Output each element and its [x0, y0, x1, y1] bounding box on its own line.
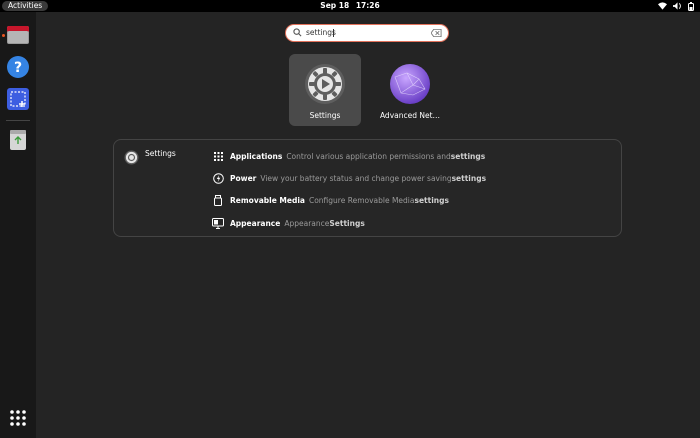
result-description: Appearance [284, 218, 330, 228]
app-grid-icon [10, 410, 26, 426]
search-results-panel: Settings Applications Control various ap… [113, 139, 622, 237]
clear-search-icon[interactable] [431, 29, 442, 37]
result-description: Control various application permissions … [286, 151, 451, 161]
result-removable-media[interactable]: Removable Media Configure Removable Medi… [212, 193, 449, 207]
provider-name[interactable]: Settings [145, 149, 176, 158]
time-label: 17:26 [355, 1, 380, 10]
system-tray[interactable] [658, 1, 694, 11]
search-box[interactable] [285, 24, 449, 42]
result-highlight: settings [451, 173, 487, 183]
result-highlight: settings [414, 195, 449, 205]
search-icon [293, 28, 302, 37]
app-tile-settings[interactable]: Settings [289, 54, 361, 126]
appearance-icon [212, 217, 224, 229]
date-label: Sep 18 [320, 1, 350, 10]
network-icon [390, 64, 430, 104]
result-description: Configure Removable Media [308, 195, 415, 205]
settings-provider-icon [124, 150, 139, 165]
search-input[interactable] [306, 26, 426, 39]
result-title: Applications [230, 151, 283, 161]
show-apps-button[interactable] [9, 409, 27, 431]
result-highlight: settings [450, 151, 486, 161]
screenshot-app-icon[interactable] [6, 87, 30, 111]
removable-media-icon [212, 194, 224, 206]
power-icon [212, 172, 224, 184]
app-tile-advanced-network[interactable]: Advanced Net… [374, 54, 446, 126]
dock-separator [6, 120, 30, 121]
help-app-icon[interactable]: ? [6, 55, 30, 79]
text-cursor [333, 29, 334, 37]
result-power[interactable]: Power View your battery status and chang… [212, 171, 486, 185]
dock: ? [0, 12, 36, 438]
battery-icon [688, 1, 694, 11]
result-appearance[interactable]: Appearance Appearance Settings [212, 216, 365, 230]
result-title: Removable Media [230, 195, 305, 205]
top-bar: Activities Sep 18 17:26 [0, 0, 700, 12]
running-indicator [2, 34, 5, 37]
files-app-icon[interactable] [6, 23, 30, 47]
clock[interactable]: Sep 18 17:26 [0, 0, 700, 12]
result-title: Appearance [230, 218, 281, 228]
wifi-icon [658, 2, 667, 10]
settings-gear-icon [305, 64, 345, 104]
app-label-settings: Settings [309, 111, 341, 120]
result-title: Power [230, 173, 257, 183]
app-label-advanced-network: Advanced Net… [379, 111, 441, 120]
svg-text:?: ? [14, 60, 22, 76]
volume-icon [673, 2, 681, 10]
result-highlight: Settings [329, 218, 365, 228]
apps-grid-icon [212, 150, 224, 162]
trash-icon[interactable] [6, 128, 30, 152]
result-applications[interactable]: Applications Control various application… [212, 149, 485, 163]
result-description: View your battery status and change powe… [260, 173, 452, 183]
